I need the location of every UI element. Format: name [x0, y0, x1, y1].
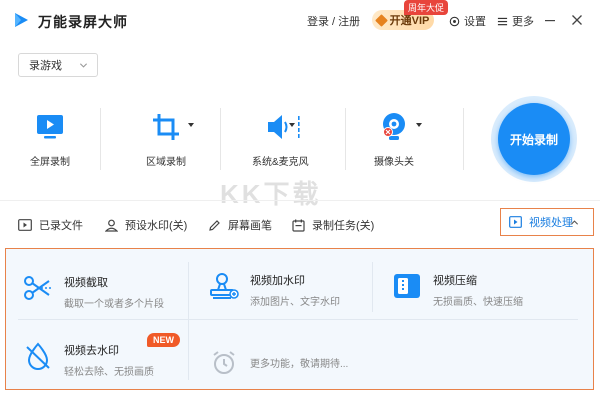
preset-watermark-button[interactable]: 预设水印(关): [105, 217, 187, 233]
settings-button[interactable]: 设置: [449, 13, 486, 29]
video-remove-watermark-card[interactable]: 视频去水印 轻松去除、无损画质: [22, 340, 154, 378]
record-task-label: 录制任务(关): [312, 220, 375, 232]
divider: [188, 262, 189, 380]
region-record-button[interactable]: 区域录制: [146, 110, 194, 168]
more-features-desc: 更多功能，敬请期待...: [250, 359, 349, 370]
divider: [100, 108, 101, 170]
video-remove-watermark-desc: 轻松去除、无损画质: [64, 367, 154, 378]
settings-icon: [449, 16, 460, 26]
app-title: 万能录屏大师: [38, 14, 128, 30]
video-clip-desc: 截取一个或者多个片段: [64, 299, 164, 310]
screen-brush-label: 屏幕画笔: [228, 220, 272, 232]
video-compress-desc: 无损画质、快速压缩: [433, 297, 523, 308]
alarm-clock-icon: [213, 351, 235, 374]
record-task-button[interactable]: 录制任务(关): [292, 217, 374, 233]
record-mode-dropdown[interactable]: 录游戏: [18, 53, 98, 77]
video-processing-label: 视频处理: [529, 217, 573, 229]
audio-source-button[interactable]: 系统&麦克风: [252, 110, 309, 168]
video-play-icon: [509, 216, 522, 228]
new-badge: NEW: [147, 333, 180, 347]
region-dropdown-caret-icon[interactable]: [188, 123, 194, 127]
close-button[interactable]: [569, 12, 585, 28]
video-add-watermark-title: 视频加水印: [250, 275, 305, 287]
divider: [0, 200, 600, 201]
scissors-icon: [24, 276, 52, 300]
video-add-watermark-card[interactable]: 视频加水印 添加图片、文字水印: [208, 270, 340, 308]
minimize-button[interactable]: [542, 12, 558, 28]
video-clip-title: 视频截取: [64, 277, 108, 289]
site-watermark: KK下载: [220, 179, 322, 209]
audio-dropdown-caret-icon[interactable]: [289, 123, 296, 127]
login-register-link[interactable]: 登录 / 注册: [307, 13, 360, 29]
more-menu-button[interactable]: 更多: [497, 13, 534, 29]
more-label: 更多: [512, 16, 534, 28]
crop-icon: [153, 114, 179, 140]
fullscreen-record-button[interactable]: 全屏录制: [30, 110, 70, 168]
divider: [220, 108, 221, 170]
minimize-icon: [545, 20, 555, 22]
video-compress-card[interactable]: 视频压缩 无损画质、快速压缩: [391, 270, 523, 308]
divider: [18, 319, 578, 320]
camera-dropdown-caret-icon[interactable]: [416, 123, 422, 127]
calendar-icon: [292, 219, 305, 232]
promo-badge: 周年大促: [404, 0, 449, 15]
close-icon: [572, 15, 582, 25]
preset-watermark-label: 预设水印(关): [125, 220, 188, 232]
video-compress-title: 视频压缩: [433, 275, 477, 287]
screen-brush-button[interactable]: 屏幕画笔: [208, 217, 272, 233]
webcam-off-icon: [383, 113, 405, 140]
compress-icon: [394, 274, 420, 298]
droplet-slash-icon: [26, 342, 50, 370]
video-remove-watermark-title: 视频去水印: [64, 345, 119, 357]
speaker-icon: [268, 115, 300, 139]
audio-source-label: 系统&麦克风: [252, 157, 309, 168]
start-record-button[interactable]: 开始录制: [498, 103, 570, 175]
app-logo-icon: [15, 13, 28, 27]
chevron-up-icon: [570, 220, 579, 225]
recorded-files-button[interactable]: 已录文件: [18, 217, 83, 233]
divider: [463, 108, 464, 170]
user-stamp-icon: [105, 219, 118, 232]
chevron-down-icon: [79, 63, 88, 68]
camera-toggle-button[interactable]: 摄像头关: [374, 110, 422, 168]
start-record-ring: 开始录制: [491, 96, 577, 182]
region-record-label: 区域录制: [146, 157, 186, 168]
record-mode-value: 录游戏: [29, 60, 62, 72]
video-clip-card[interactable]: 视频截取 截取一个或者多个片段: [22, 272, 164, 310]
fullscreen-record-label: 全屏录制: [30, 157, 70, 168]
diamond-icon: [374, 13, 388, 27]
video-file-icon: [18, 219, 32, 231]
recorded-files-label: 已录文件: [39, 220, 83, 232]
divider: [345, 108, 346, 170]
camera-toggle-label: 摄像头关: [374, 157, 414, 168]
stamp-icon: [210, 273, 239, 299]
video-processing-toggle[interactable]: 视频处理: [500, 208, 594, 236]
pen-icon: [209, 219, 220, 231]
settings-label: 设置: [464, 16, 486, 28]
more-features-card: 更多功能，敬请期待...: [208, 347, 348, 379]
video-add-watermark-desc: 添加图片、文字水印: [250, 297, 340, 308]
menu-icon: [497, 17, 508, 25]
title-bar: 万能录屏大师 登录 / 注册 开通VIP 周年大促 设置 更多: [0, 0, 600, 40]
divider: [372, 262, 373, 312]
monitor-play-icon: [37, 115, 63, 139]
